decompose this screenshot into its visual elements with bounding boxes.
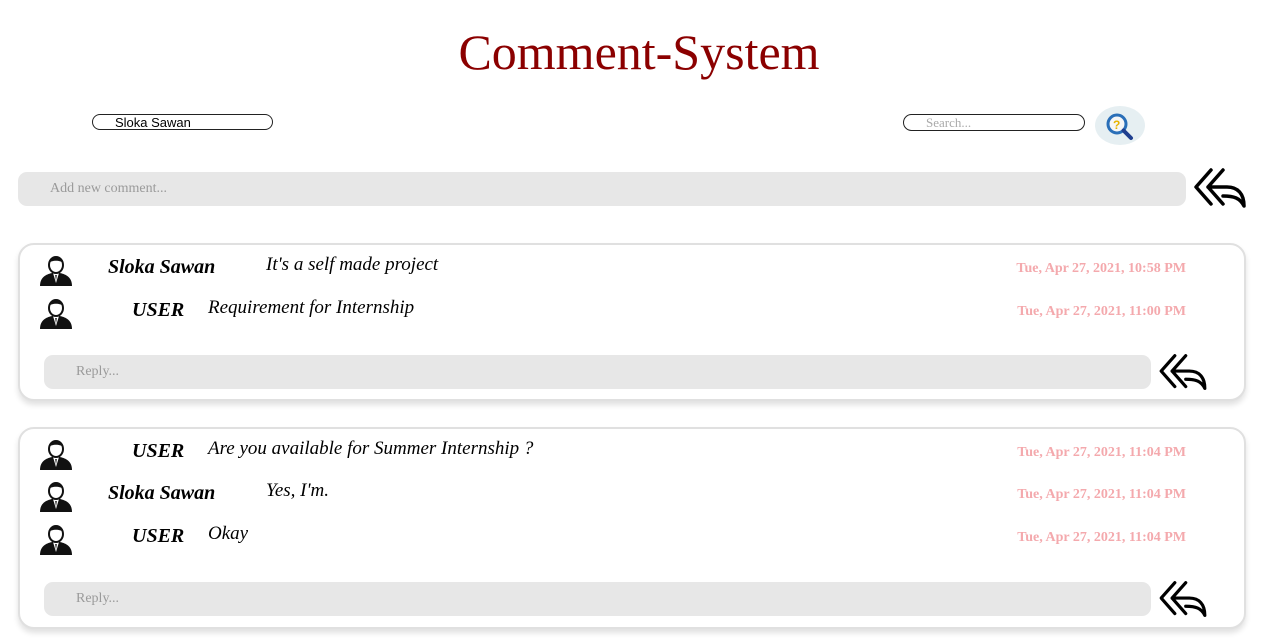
comment-author: USER [132,299,185,321]
comment-text: Are you available for Summer Internship … [208,438,534,459]
page-title: Comment-System [458,24,820,80]
user-avatar-icon [40,299,72,329]
comment-item: USER Requirement for Internship Tue, Apr… [20,297,1244,339]
username-field[interactable] [92,114,273,130]
comment-item: USER Are you available for Summer Intern… [20,438,1244,480]
new-comment-input[interactable] [18,172,1186,206]
search-button[interactable]: ? [1095,106,1145,145]
reply-input[interactable] [44,355,1151,389]
user-avatar-icon [40,256,72,286]
comment-text: Yes, I'm. [266,480,330,501]
comment-author: Sloka Sawan [108,256,216,278]
svg-text:?: ? [1113,118,1120,132]
comment-item: Sloka Sawan It's a self made project Tue… [20,254,1244,296]
reply-send-icon[interactable] [1158,352,1208,392]
reply-send-icon[interactable] [1158,579,1208,619]
comment-author: USER [132,525,185,547]
comment-item: Sloka Sawan Yes, I'm. Tue, Apr 27, 2021,… [20,480,1244,522]
comment-timestamp: Tue, Apr 27, 2021, 11:04 PM [1017,445,1186,460]
user-avatar-icon [40,525,72,555]
comment-timestamp: Tue, Apr 27, 2021, 10:58 PM [1016,261,1186,276]
comment-thread: Sloka Sawan It's a self made project Tue… [18,243,1246,401]
comment-thread: USER Are you available for Summer Intern… [18,427,1246,629]
user-avatar-icon [40,440,72,470]
comment-timestamp: Tue, Apr 27, 2021, 11:04 PM [1017,530,1186,545]
comment-timestamp: Tue, Apr 27, 2021, 11:00 PM [1017,304,1186,319]
reply-input[interactable] [44,582,1151,616]
reply-arrow-icon[interactable] [1193,166,1247,210]
comment-author: Sloka Sawan [108,482,216,504]
comment-item: USER Okay Tue, Apr 27, 2021, 11:04 PM [20,523,1244,565]
comment-author: USER [132,440,185,462]
search-icon: ? [1106,113,1133,140]
user-avatar-icon [40,482,72,512]
comment-text: It's a self made project [266,254,439,275]
search-input[interactable] [903,114,1085,131]
comment-timestamp: Tue, Apr 27, 2021, 11:04 PM [1017,487,1186,502]
comment-text: Okay [208,523,249,544]
comment-text: Requirement for Internship [208,297,415,318]
